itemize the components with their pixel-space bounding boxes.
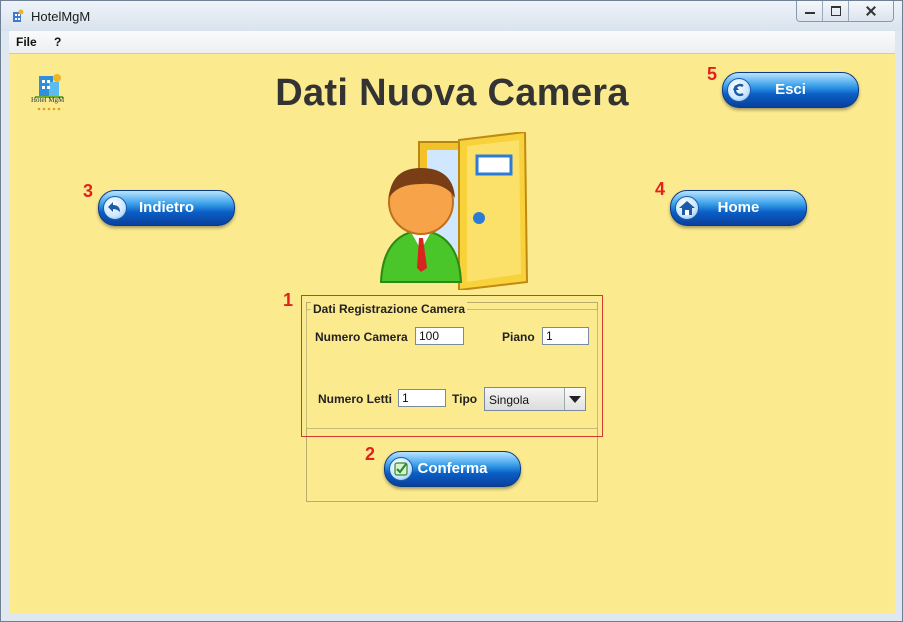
type-select-value: Singola (489, 393, 530, 407)
floor-label: Piano (502, 330, 535, 344)
title-bar: HotelMgM (1, 1, 902, 31)
room-number-field[interactable]: 100 (415, 327, 464, 345)
back-button[interactable]: Indietro (98, 190, 235, 226)
menu-bar: File ? (9, 31, 895, 54)
annotation-highlight-box (301, 295, 603, 437)
beds-field[interactable]: 1 (398, 389, 446, 407)
home-button-label: Home (717, 199, 760, 216)
back-button-label: Indietro (139, 199, 194, 216)
chevron-down-icon[interactable] (564, 388, 585, 410)
type-label: Tipo (452, 392, 478, 406)
person-door-illustration (379, 132, 529, 290)
close-window-button[interactable] (849, 1, 893, 21)
hotel-app-icon (13, 9, 24, 22)
annotation-3: 3 (83, 181, 94, 201)
confirm-button[interactable]: Conferma (384, 451, 521, 487)
home-button[interactable]: Home (670, 190, 807, 226)
annotation-4: 4 (655, 179, 666, 199)
exit-button[interactable]: Esci (722, 72, 859, 108)
app-window: HotelMgM File ? Hotel MgM Dati Nuova Cam… (0, 0, 903, 622)
menu-file[interactable]: File (16, 35, 37, 49)
window-controls (796, 1, 894, 22)
beds-label: Numero Letti (318, 392, 393, 406)
floor-field[interactable]: 1 (542, 327, 589, 345)
type-select[interactable]: Singola (484, 387, 586, 411)
minimize-button[interactable] (797, 1, 823, 21)
confirm-button-label: Conferma (417, 460, 488, 477)
maximize-button[interactable] (823, 1, 849, 21)
annotation-2: 2 (365, 444, 376, 464)
main-panel: Hotel MgM Dati Nuova Camera 5 Esci 3 Ind… (9, 54, 895, 614)
room-number-label: Numero Camera (315, 330, 408, 344)
window-title: HotelMgM (31, 9, 91, 24)
menu-help[interactable]: ? (54, 35, 61, 49)
annotation-1: 1 (283, 290, 294, 310)
exit-button-label: Esci (775, 81, 806, 98)
annotation-5: 5 (707, 64, 718, 84)
